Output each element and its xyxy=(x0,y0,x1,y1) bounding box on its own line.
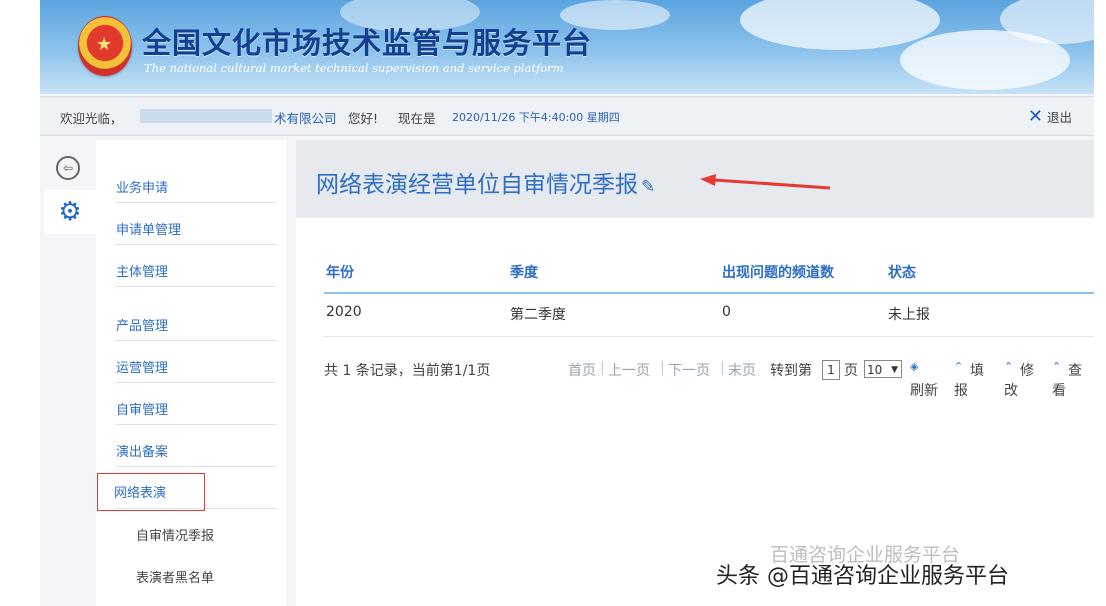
pagination-bar: 共 1 条记录，当前第1/1页 首页 | 上一页 | 下一页 | 末页 转到第 … xyxy=(324,358,1094,408)
national-emblem-icon: ★ xyxy=(78,16,132,76)
current-datetime: 2020/11/26 下午4:40:00 星期四 xyxy=(452,111,620,124)
close-icon: ✕ xyxy=(1027,105,1043,127)
fill-report-label: 填 xyxy=(970,363,984,379)
modify-label: 修 xyxy=(1020,363,1034,379)
sidebar-item-label: 网络表演 xyxy=(114,486,167,501)
page-size-select[interactable]: 10 ▼ xyxy=(864,360,902,378)
view-icon: ⌃ xyxy=(1052,360,1062,373)
collapse-sidebar-button[interactable]: ⇦ xyxy=(48,148,88,188)
settings-button[interactable]: ⚙ xyxy=(44,190,96,234)
column-header-year[interactable]: 年份 xyxy=(326,262,354,282)
next-page-link[interactable]: 下一页 xyxy=(668,360,710,380)
back-arrow-icon: ⇦ xyxy=(56,156,80,180)
page-unit-label: 页 xyxy=(844,363,858,379)
sidebar-item-entity-mgmt[interactable]: 主体管理 xyxy=(116,256,276,287)
site-title: 全国文化市场技术监管与服务平台 xyxy=(142,26,593,60)
header-banner: ★ 全国文化市场技术监管与服务平台 The national cultural … xyxy=(40,0,1094,94)
sidebar-item-label: 自审情况季报 xyxy=(136,529,215,544)
cell-year: 2020 xyxy=(326,304,362,320)
sidebar-item-product-mgmt[interactable]: 产品管理 xyxy=(116,310,276,341)
main-header: 网络表演经营单位自审情况季报 ✎ xyxy=(296,140,1094,218)
first-page-link[interactable]: 首页 xyxy=(568,360,596,380)
sidebar-item-business-apply[interactable]: 业务申请 xyxy=(116,172,276,203)
masked-company-name xyxy=(140,109,272,123)
gear-icon: ⚙ xyxy=(58,197,82,227)
sidebar-item-label: 表演者黑名单 xyxy=(136,571,215,586)
sidebar-item-label: 演出备案 xyxy=(116,445,169,460)
sidebar-item-label: 申请单管理 xyxy=(116,223,182,238)
view-label-2: 看 xyxy=(1052,383,1066,399)
welcome-text: 欢迎光临， xyxy=(60,111,123,126)
sidebar-item-label: 主体管理 xyxy=(116,265,169,280)
icon-rail: ⇦ ⚙ xyxy=(40,140,96,606)
site-subtitle: The national cultural market technical s… xyxy=(144,61,564,75)
page-title-text: 网络表演经营单位自审情况季报 xyxy=(316,172,638,198)
cell-issue-channels: 0 xyxy=(722,304,731,320)
prev-page-link[interactable]: 上一页 xyxy=(608,360,650,380)
chevron-down-icon: ▼ xyxy=(891,365,898,375)
record-count: 共 1 条记录，当前第1/1页 xyxy=(324,363,491,379)
sidebar-item-application-mgmt[interactable]: 申请单管理 xyxy=(116,214,276,245)
cell-status: 未上报 xyxy=(888,307,930,323)
refresh-button[interactable]: ◈ 刷新 xyxy=(910,360,942,400)
refresh-icon: ◈ xyxy=(910,360,919,373)
table-row[interactable]: 2020 第二季度 0 未上报 xyxy=(324,294,1094,337)
page-title: 网络表演经营单位自审情况季报 ✎ xyxy=(316,165,655,199)
sidebar-item-label: 运营管理 xyxy=(116,361,169,376)
sidebar-item-self-review-mgmt[interactable]: 自审管理 xyxy=(116,394,276,425)
page-size-value: 10 xyxy=(867,363,883,377)
fill-report-button[interactable]: ⌃ 填 报 xyxy=(954,360,994,400)
fill-report-icon: ⌃ xyxy=(954,360,964,373)
now-label: 现在是 xyxy=(398,111,436,126)
main-content: 年份 季度 出现问题的频道数 状态 2020 第二季度 0 未上报 共 1 条记… xyxy=(296,218,1094,606)
modify-label-2: 改 xyxy=(1004,383,1018,399)
modify-button[interactable]: ⌃ 修 改 xyxy=(1004,360,1044,400)
refresh-label: 刷新 xyxy=(910,383,938,399)
sidebar-item-label: 自审管理 xyxy=(116,403,169,418)
cell-quarter: 第二季度 xyxy=(510,307,566,323)
fill-report-label-2: 报 xyxy=(954,383,968,399)
page-number-input[interactable]: 1 xyxy=(822,360,840,380)
view-label: 查 xyxy=(1068,363,1082,379)
user-info-bar: 欢迎光临， 术有限公司 您好! 现在是 2020/11/26 下午4:40:00… xyxy=(40,96,1094,136)
sidebar-subitem-performer-blacklist[interactable]: 表演者黑名单 xyxy=(136,562,276,592)
table-header: 年份 季度 出现问题的频道数 状态 xyxy=(324,256,1094,294)
sidebar-item-operation-mgmt[interactable]: 运营管理 xyxy=(116,352,276,383)
sidebar-subitem-self-review-report[interactable]: 自审情况季报 xyxy=(136,520,276,550)
column-header-quarter[interactable]: 季度 xyxy=(510,262,538,282)
column-header-issue-channels[interactable]: 出现问题的频道数 xyxy=(722,262,834,282)
modify-icon: ⌃ xyxy=(1004,360,1014,373)
column-header-status[interactable]: 状态 xyxy=(888,262,916,282)
sidebar-menu: 业务申请 申请单管理 主体管理 产品管理 运营管理 自审管理 演出备案 网络表演… xyxy=(96,140,286,606)
logout-label: 退出 xyxy=(1046,110,1072,125)
logout-button[interactable]: ✕ 退出 xyxy=(1028,107,1072,126)
sidebar-item-label: 业务申请 xyxy=(116,181,169,196)
greeting-text: 您好! xyxy=(348,111,379,126)
view-button[interactable]: ⌃ 查 看 xyxy=(1052,360,1092,400)
edit-icon[interactable]: ✎ xyxy=(641,177,655,197)
goto-label: 转到第 xyxy=(770,363,812,379)
last-page-link[interactable]: 末页 xyxy=(728,360,756,380)
watermark: 头条 @百通咨询企业服务平台 xyxy=(716,564,1009,589)
sidebar-item-label: 产品管理 xyxy=(116,319,169,334)
company-name-suffix: 术有限公司 xyxy=(274,111,337,126)
annotation-arrow xyxy=(700,174,830,190)
sidebar-item-performance-filing[interactable]: 演出备案 xyxy=(116,436,276,467)
sidebar-item-online-performance[interactable]: 网络表演 xyxy=(97,473,205,511)
page: ★ 全国文化市场技术监管与服务平台 The national cultural … xyxy=(40,0,1094,606)
